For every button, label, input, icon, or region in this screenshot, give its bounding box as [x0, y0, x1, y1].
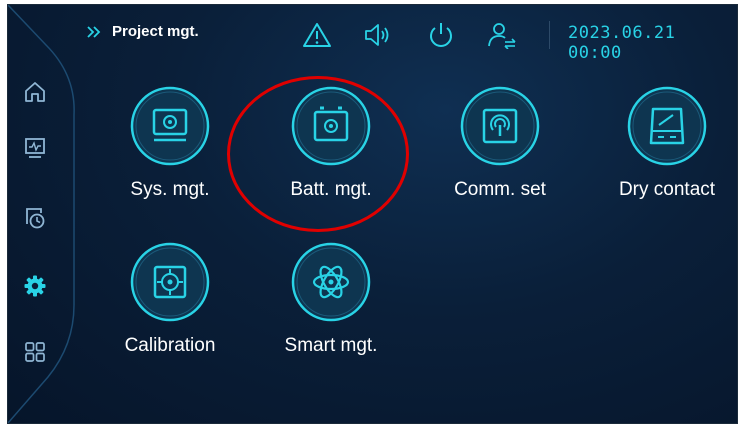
smart-atom-icon — [291, 242, 371, 322]
tile-smart-mgt[interactable]: Smart mgt. — [246, 241, 416, 381]
calibration-icon — [130, 242, 210, 322]
power-icon[interactable] — [426, 21, 456, 49]
dry-contact-icon — [627, 86, 707, 166]
user-switch-icon[interactable] — [486, 21, 518, 49]
settings-icon — [24, 275, 46, 297]
tile-label: Smart mgt. — [284, 335, 378, 356]
sidebar-item-home[interactable] — [20, 77, 50, 107]
history-icon — [26, 208, 45, 229]
system-settings-icon — [130, 86, 210, 166]
datetime-display: 2023.06.21 00:00 — [568, 23, 676, 63]
speaker-icon[interactable] — [362, 21, 392, 49]
tile-label: Sys. mgt. — [130, 179, 210, 200]
tile-label: Calibration — [124, 335, 216, 356]
apps-grid-icon — [25, 342, 45, 362]
warning-icon[interactable] — [302, 21, 332, 49]
page-title: Project mgt. — [112, 23, 199, 40]
sidebar-item-apps[interactable] — [20, 337, 50, 367]
monitor-icon — [25, 138, 45, 158]
tile-label: Comm. set — [454, 179, 546, 200]
double-chevron-icon — [87, 25, 101, 38]
tile-dry-contact[interactable]: Dry contact — [582, 85, 737, 225]
tile-calibration[interactable]: Calibration — [85, 241, 255, 381]
tile-comm-set[interactable]: Comm. set — [415, 85, 585, 225]
header-bar: Project mgt. 2023.06.21 00:00 — [8, 5, 737, 63]
tile-label: Dry contact — [618, 179, 716, 200]
highlight-annotation — [227, 76, 409, 232]
header-separator — [549, 21, 550, 49]
sidebar-item-history[interactable] — [20, 203, 50, 233]
communication-icon — [460, 86, 540, 166]
sidebar-item-monitor[interactable] — [20, 133, 50, 163]
breadcrumb: Project mgt. — [86, 23, 199, 40]
sidebar-item-settings[interactable] — [20, 271, 50, 301]
home-icon — [25, 82, 45, 102]
